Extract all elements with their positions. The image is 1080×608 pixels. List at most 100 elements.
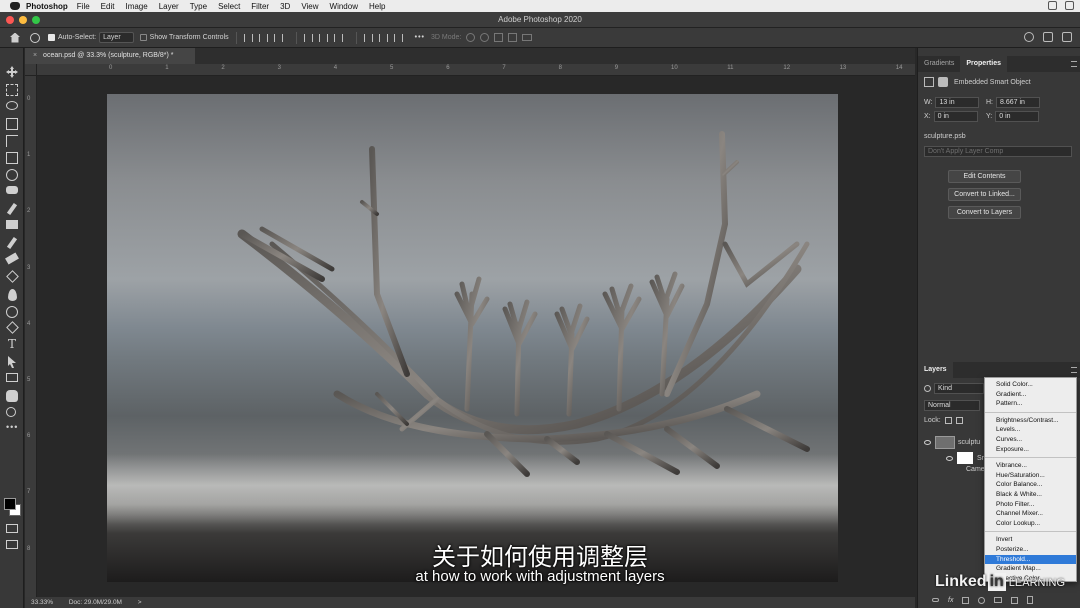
edit-contents-button[interactable]: Edit Contents (948, 170, 1021, 183)
menu-item-pattern[interactable]: Pattern... (985, 399, 1076, 409)
layer-comp-dropdown[interactable]: Don't Apply Layer Comp (924, 146, 1072, 157)
search-icon[interactable] (1048, 1, 1057, 10)
align-left-icon[interactable] (243, 33, 253, 42)
menu-item-levels[interactable]: Levels... (985, 425, 1076, 435)
tab-properties[interactable]: Properties (960, 56, 1007, 72)
dodge-tool-icon[interactable] (6, 306, 18, 318)
add-mask-icon[interactable] (962, 596, 970, 604)
move-tool-icon[interactable] (30, 32, 40, 43)
menu-item-color-lookup[interactable]: Color Lookup... (985, 519, 1076, 529)
layer-filter-dropdown[interactable]: Kind (934, 383, 984, 394)
show-transform-checkbox[interactable] (139, 34, 147, 41)
type-tool-icon[interactable]: T (6, 338, 18, 350)
zoom-tool-icon[interactable] (6, 407, 16, 417)
link-layers-icon[interactable] (932, 598, 939, 602)
stamp-tool-icon[interactable] (6, 220, 18, 229)
object-selection-tool-icon[interactable] (6, 118, 18, 130)
lasso-tool-icon[interactable] (6, 101, 18, 110)
menu-image[interactable]: Image (125, 2, 147, 11)
y-field[interactable]: 0 in (995, 111, 1040, 122)
vertical-ruler[interactable]: 012345678 (25, 76, 37, 598)
menu-item-posterize[interactable]: Posterize... (985, 545, 1076, 555)
eraser-tool-icon[interactable] (5, 252, 19, 265)
lock-pixels-icon[interactable] (944, 417, 952, 424)
eyedropper-tool-icon[interactable] (6, 169, 18, 181)
distribute-horizontal-icon[interactable] (393, 33, 403, 42)
3d-camera-icon[interactable] (522, 34, 533, 41)
history-brush-tool-icon[interactable] (6, 236, 18, 250)
marquee-tool-icon[interactable] (6, 84, 18, 96)
delete-layer-icon[interactable] (1027, 596, 1034, 604)
menu-item-channel-mixer[interactable]: Channel Mixer... (985, 509, 1076, 519)
crop-tool-icon[interactable] (6, 135, 18, 147)
align-bottom-icon[interactable] (333, 33, 343, 42)
healing-brush-tool-icon[interactable] (6, 186, 18, 194)
pen-tool-icon[interactable] (6, 321, 19, 334)
layer-name[interactable]: sculptu (958, 439, 980, 446)
frame-tool-icon[interactable] (6, 152, 18, 164)
menu-type[interactable]: Type (190, 2, 207, 11)
foreground-color-swatch[interactable] (4, 498, 16, 510)
workspace-icon[interactable] (1043, 32, 1053, 42)
more-options-icon[interactable]: ••• (415, 34, 425, 41)
menu-select[interactable]: Select (218, 2, 240, 11)
convert-to-linked-button[interactable]: Convert to Linked... (948, 188, 1021, 201)
align-top-icon[interactable] (303, 33, 313, 42)
search-icon[interactable] (1024, 32, 1034, 42)
document-image[interactable] (107, 94, 838, 582)
auto-select-checkbox[interactable] (48, 34, 55, 41)
menu-layer[interactable]: Layer (159, 2, 179, 11)
menu-item-solid-color[interactable]: Solid Color... (985, 380, 1076, 390)
menu-app-name[interactable]: Photoshop (26, 2, 68, 11)
menu-edit[interactable]: Edit (101, 2, 115, 11)
paint-bucket-tool-icon[interactable] (6, 270, 19, 283)
close-document-icon[interactable]: × (33, 52, 37, 59)
menu-item-brightness-contrast[interactable]: Brightness/Contrast... (985, 416, 1076, 426)
menu-filter[interactable]: Filter (251, 2, 269, 11)
align-middle-icon[interactable] (318, 33, 328, 42)
horizontal-ruler[interactable]: 0 1 2 3 4 5 6 7 8 9 10 11 12 13 14 (37, 64, 915, 76)
move-tool-icon[interactable] (6, 66, 18, 78)
width-field[interactable]: 13 in (935, 97, 980, 108)
adjustment-layer-icon[interactable] (978, 596, 986, 604)
document-tab[interactable]: × ocean.psd @ 33.3% (sculpture, RGB/8*) … (25, 48, 195, 64)
3d-orbit-icon[interactable] (466, 33, 476, 42)
blend-mode-dropdown[interactable]: Normal (924, 400, 980, 411)
sub-layer-name[interactable]: Sr (977, 455, 984, 462)
menu-item-vibrance[interactable]: Vibrance... (985, 461, 1076, 471)
menu-item-curves[interactable]: Curves... (985, 435, 1076, 445)
menu-item-threshold[interactable]: Threshold... (985, 554, 1076, 565)
align-right-icon[interactable] (273, 33, 283, 42)
status-menu-arrow[interactable]: > (138, 599, 142, 606)
home-icon[interactable] (10, 32, 20, 43)
lock-position-icon[interactable] (955, 417, 963, 424)
edit-toolbar-icon[interactable]: ••• (6, 422, 18, 434)
quick-mask-icon[interactable] (6, 524, 18, 533)
ruler-origin[interactable] (25, 64, 37, 76)
layers-panel-menu-icon[interactable] (1071, 367, 1077, 373)
layer-row-sub[interactable]: Sr (946, 452, 984, 464)
menu-item-gradient[interactable]: Gradient... (985, 390, 1076, 400)
brush-tool-icon[interactable] (6, 202, 18, 216)
3d-pan-icon[interactable] (494, 33, 504, 42)
menu-item-exposure[interactable]: Exposure... (985, 445, 1076, 455)
hand-tool-icon[interactable] (6, 390, 18, 402)
convert-to-layers-button[interactable]: Convert to Layers (948, 206, 1021, 219)
menu-view[interactable]: View (301, 2, 318, 11)
menu-file[interactable]: File (77, 2, 90, 11)
menu-help[interactable]: Help (369, 2, 385, 11)
menu-item-invert[interactable]: Invert (985, 535, 1076, 545)
rectangle-tool-icon[interactable] (6, 373, 18, 382)
zoom-level[interactable]: 33.33% (31, 599, 53, 606)
menu-item-color-balance[interactable]: Color Balance... (985, 480, 1076, 490)
layer-row-sculpture[interactable]: sculptu (924, 436, 980, 449)
share-icon[interactable] (1062, 32, 1072, 42)
fx-icon[interactable]: fx (948, 597, 953, 604)
apple-icon[interactable] (10, 2, 20, 10)
blur-tool-icon[interactable] (8, 289, 17, 301)
menu-3d[interactable]: 3D (280, 2, 290, 11)
align-center-icon[interactable] (258, 33, 268, 42)
distribute-icon[interactable] (363, 33, 373, 42)
auto-select-target-dropdown[interactable]: Layer (99, 32, 134, 43)
panel-menu-icon[interactable] (1071, 61, 1077, 67)
